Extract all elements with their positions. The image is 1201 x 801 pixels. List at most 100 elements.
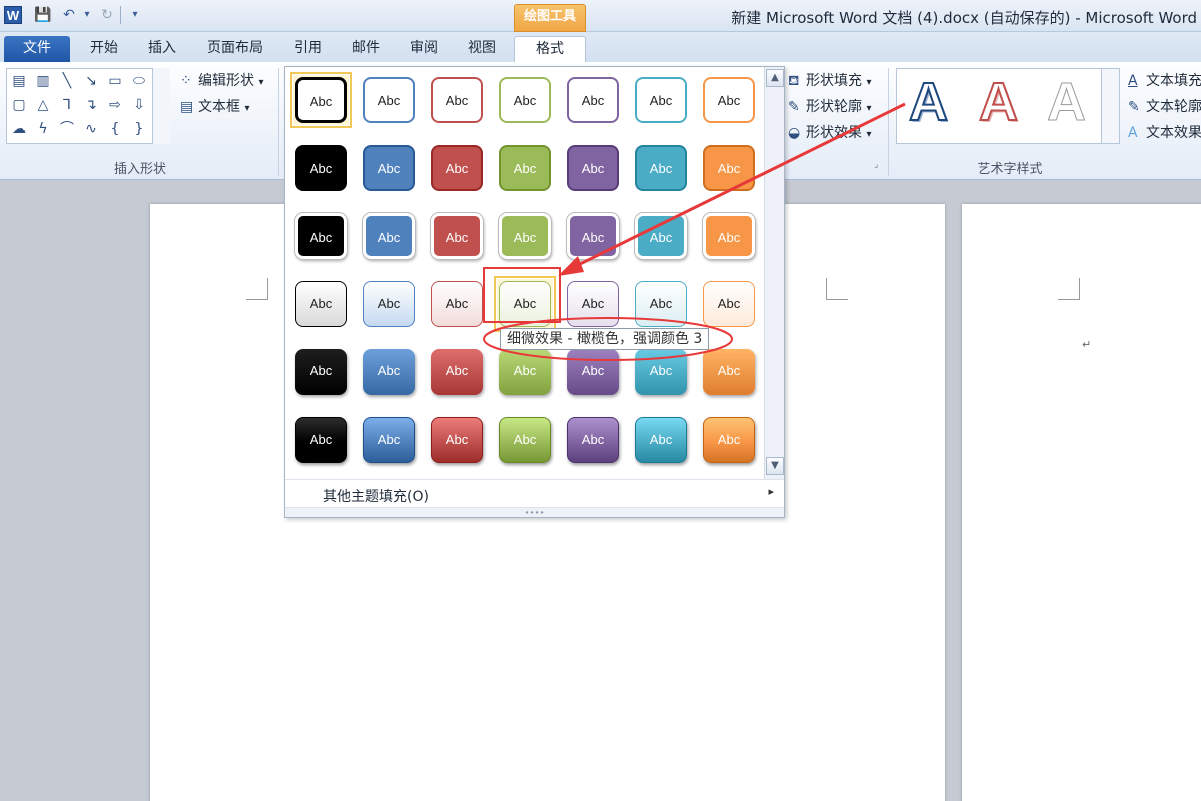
shape-style-intense-effect-7[interactable]: Abc: [701, 415, 757, 465]
tab-mailings[interactable]: 邮件: [342, 36, 390, 62]
wordart-style-gray[interactable]: A: [1047, 71, 1087, 133]
triangle-shape-icon[interactable]: △: [33, 95, 53, 115]
shape-style-light-1-outline-2[interactable]: Abc: [361, 211, 417, 261]
shape-style-subtle-effect-1[interactable]: Abc: [293, 279, 349, 329]
scroll-up-icon[interactable]: ▲: [766, 69, 784, 87]
shape-style-colored-outline-5[interactable]: Abc: [565, 75, 621, 125]
shape-style-moderate-effect-7[interactable]: Abc: [701, 347, 757, 397]
tab-home[interactable]: 开始: [80, 36, 128, 62]
shapes-gallery[interactable]: ▤ ▥ ╲ ↘ ▭ ⬭ ▢ △ ⅂ ↴ ⇨ ⇩ ☁ ϟ ⌒ ∿ { }: [6, 68, 170, 144]
tab-file[interactable]: 文件: [4, 36, 70, 62]
shape-effects-button[interactable]: ◒ 形状效果 ▾: [788, 122, 871, 142]
shape-style-light-1-outline-7[interactable]: Abc: [701, 211, 757, 261]
text-fill-button[interactable]: A 文本填充: [1128, 70, 1201, 90]
shape-style-intense-effect-4[interactable]: Abc: [497, 415, 553, 465]
shape-styles-dialog-launcher-icon[interactable]: ⌟: [874, 160, 878, 170]
down-arrow-shape-icon[interactable]: ⇩: [129, 95, 149, 115]
shape-style-colored-fill-1[interactable]: Abc: [293, 143, 349, 193]
elbow-arrow-connector-shape-icon[interactable]: ↴: [81, 95, 101, 115]
edit-shape-button[interactable]: ⁘ 编辑形状 ▾: [180, 70, 263, 90]
word-app-icon[interactable]: W: [4, 6, 22, 24]
shape-style-colored-outline-4[interactable]: Abc: [497, 75, 553, 125]
shape-style-subtle-effect-3[interactable]: Abc: [429, 279, 485, 329]
shape-style-moderate-effect-5[interactable]: Abc: [565, 347, 621, 397]
shape-style-colored-outline-2[interactable]: Abc: [361, 75, 417, 125]
shape-style-subtle-effect-4[interactable]: Abc: [494, 276, 556, 332]
shape-style-colored-fill-4[interactable]: Abc: [497, 143, 553, 193]
right-arrow-shape-icon[interactable]: ⇨: [105, 95, 125, 115]
customize-qat-icon[interactable]: ▾: [126, 6, 144, 24]
right-brace-shape-icon[interactable]: }: [129, 119, 149, 139]
shape-style-moderate-effect-1[interactable]: Abc: [293, 347, 349, 397]
shape-style-intense-effect-5[interactable]: Abc: [565, 415, 621, 465]
rectangle-shape-icon[interactable]: ▭: [105, 71, 125, 91]
shape-style-light-1-outline-1[interactable]: Abc: [293, 211, 349, 261]
shape-style-colored-outline-1[interactable]: Abc: [290, 72, 352, 128]
save-icon[interactable]: 💾: [34, 6, 52, 24]
shape-style-intense-effect-2[interactable]: Abc: [361, 415, 417, 465]
shape-style-colored-outline-3[interactable]: Abc: [429, 75, 485, 125]
shape-style-light-1-outline-5[interactable]: Abc: [565, 211, 621, 261]
rounded-rectangle-shape-icon[interactable]: ▢: [9, 95, 29, 115]
more-theme-fills-item[interactable]: 其他主题填充(O) ▸: [285, 479, 784, 507]
text-box-icon: ▤: [180, 99, 194, 115]
shape-style-moderate-effect-3[interactable]: Abc: [429, 347, 485, 397]
shape-style-moderate-effect-6[interactable]: Abc: [633, 347, 689, 397]
curve-shape-icon[interactable]: ∿: [81, 119, 101, 139]
resize-grip[interactable]: ∙∙∙∙: [285, 507, 784, 517]
shape-style-subtle-effect-5[interactable]: Abc: [565, 279, 621, 329]
freeform-shape-icon[interactable]: ϟ: [33, 119, 53, 139]
shape-style-colored-outline-7[interactable]: Abc: [701, 75, 757, 125]
tab-page-layout[interactable]: 页面布局: [196, 36, 274, 62]
vertical-text-box-shape-icon[interactable]: ▥: [33, 71, 53, 91]
shapes-gallery-scroll[interactable]: [152, 68, 170, 144]
text-box-shape-icon[interactable]: ▤: [9, 71, 29, 91]
tab-format[interactable]: 格式: [514, 36, 586, 62]
document-page-next[interactable]: ↵: [962, 204, 1201, 801]
tab-insert[interactable]: 插入: [138, 36, 186, 62]
wordart-styles-gallery[interactable]: A A A: [896, 68, 1120, 144]
elbow-connector-shape-icon[interactable]: ⅂: [57, 95, 77, 115]
shape-style-intense-effect-3[interactable]: Abc: [429, 415, 485, 465]
shape-style-light-1-outline-6[interactable]: Abc: [633, 211, 689, 261]
shape-fill-button[interactable]: ⛾ 形状填充 ▾: [788, 70, 871, 91]
text-effects-button[interactable]: A 文本效果: [1128, 122, 1201, 142]
undo-icon[interactable]: ↶: [60, 6, 78, 24]
shape-style-colored-outline-6[interactable]: Abc: [633, 75, 689, 125]
shape-style-light-1-outline-3[interactable]: Abc: [429, 211, 485, 261]
oval-shape-icon[interactable]: ⬭: [129, 71, 149, 91]
wordart-style-red[interactable]: A: [978, 71, 1019, 133]
text-outline-button[interactable]: ✎ 文本轮廓: [1128, 96, 1201, 116]
shape-style-colored-fill-6[interactable]: Abc: [633, 143, 689, 193]
arrow-line-shape-icon[interactable]: ↘: [81, 71, 101, 91]
redo-icon[interactable]: ↻: [98, 6, 116, 24]
line-shape-icon[interactable]: ╲: [57, 71, 77, 91]
scroll-down-icon[interactable]: ▼: [766, 457, 784, 475]
wordart-gallery-scroll[interactable]: [1101, 69, 1119, 143]
shape-style-light-1-outline-4[interactable]: Abc: [497, 211, 553, 261]
gallery-scrollbar[interactable]: ▲ ▼: [764, 67, 784, 479]
cloud-shape-icon[interactable]: ☁: [9, 119, 29, 139]
shape-style-subtle-effect-6[interactable]: Abc: [633, 279, 689, 329]
shape-style-colored-fill-2[interactable]: Abc: [361, 143, 417, 193]
shape-style-intense-effect-6[interactable]: Abc: [633, 415, 689, 465]
tab-review[interactable]: 审阅: [400, 36, 448, 62]
swatch-label: Abc: [295, 417, 347, 463]
wordart-style-blue[interactable]: A: [908, 71, 949, 133]
tab-references[interactable]: 引用: [284, 36, 332, 62]
arc-shape-icon[interactable]: ⌒: [57, 119, 77, 139]
undo-dropdown-icon[interactable]: ▾: [78, 6, 96, 24]
shape-style-moderate-effect-2[interactable]: Abc: [361, 347, 417, 397]
shape-style-intense-effect-1[interactable]: Abc: [293, 415, 349, 465]
tab-view[interactable]: 视图: [458, 36, 506, 62]
shape-style-colored-fill-5[interactable]: Abc: [565, 143, 621, 193]
left-brace-shape-icon[interactable]: {: [105, 119, 125, 139]
swatch-label: Abc: [363, 281, 415, 327]
shape-style-subtle-effect-7[interactable]: Abc: [701, 279, 757, 329]
shape-outline-button[interactable]: ✎ 形状轮廓 ▾: [788, 96, 871, 116]
shape-style-moderate-effect-4[interactable]: Abc: [497, 347, 553, 397]
shape-style-subtle-effect-2[interactable]: Abc: [361, 279, 417, 329]
text-box-button[interactable]: ▤ 文本框 ▾: [180, 96, 249, 116]
shape-style-colored-fill-7[interactable]: Abc: [701, 143, 757, 193]
shape-style-colored-fill-3[interactable]: Abc: [429, 143, 485, 193]
